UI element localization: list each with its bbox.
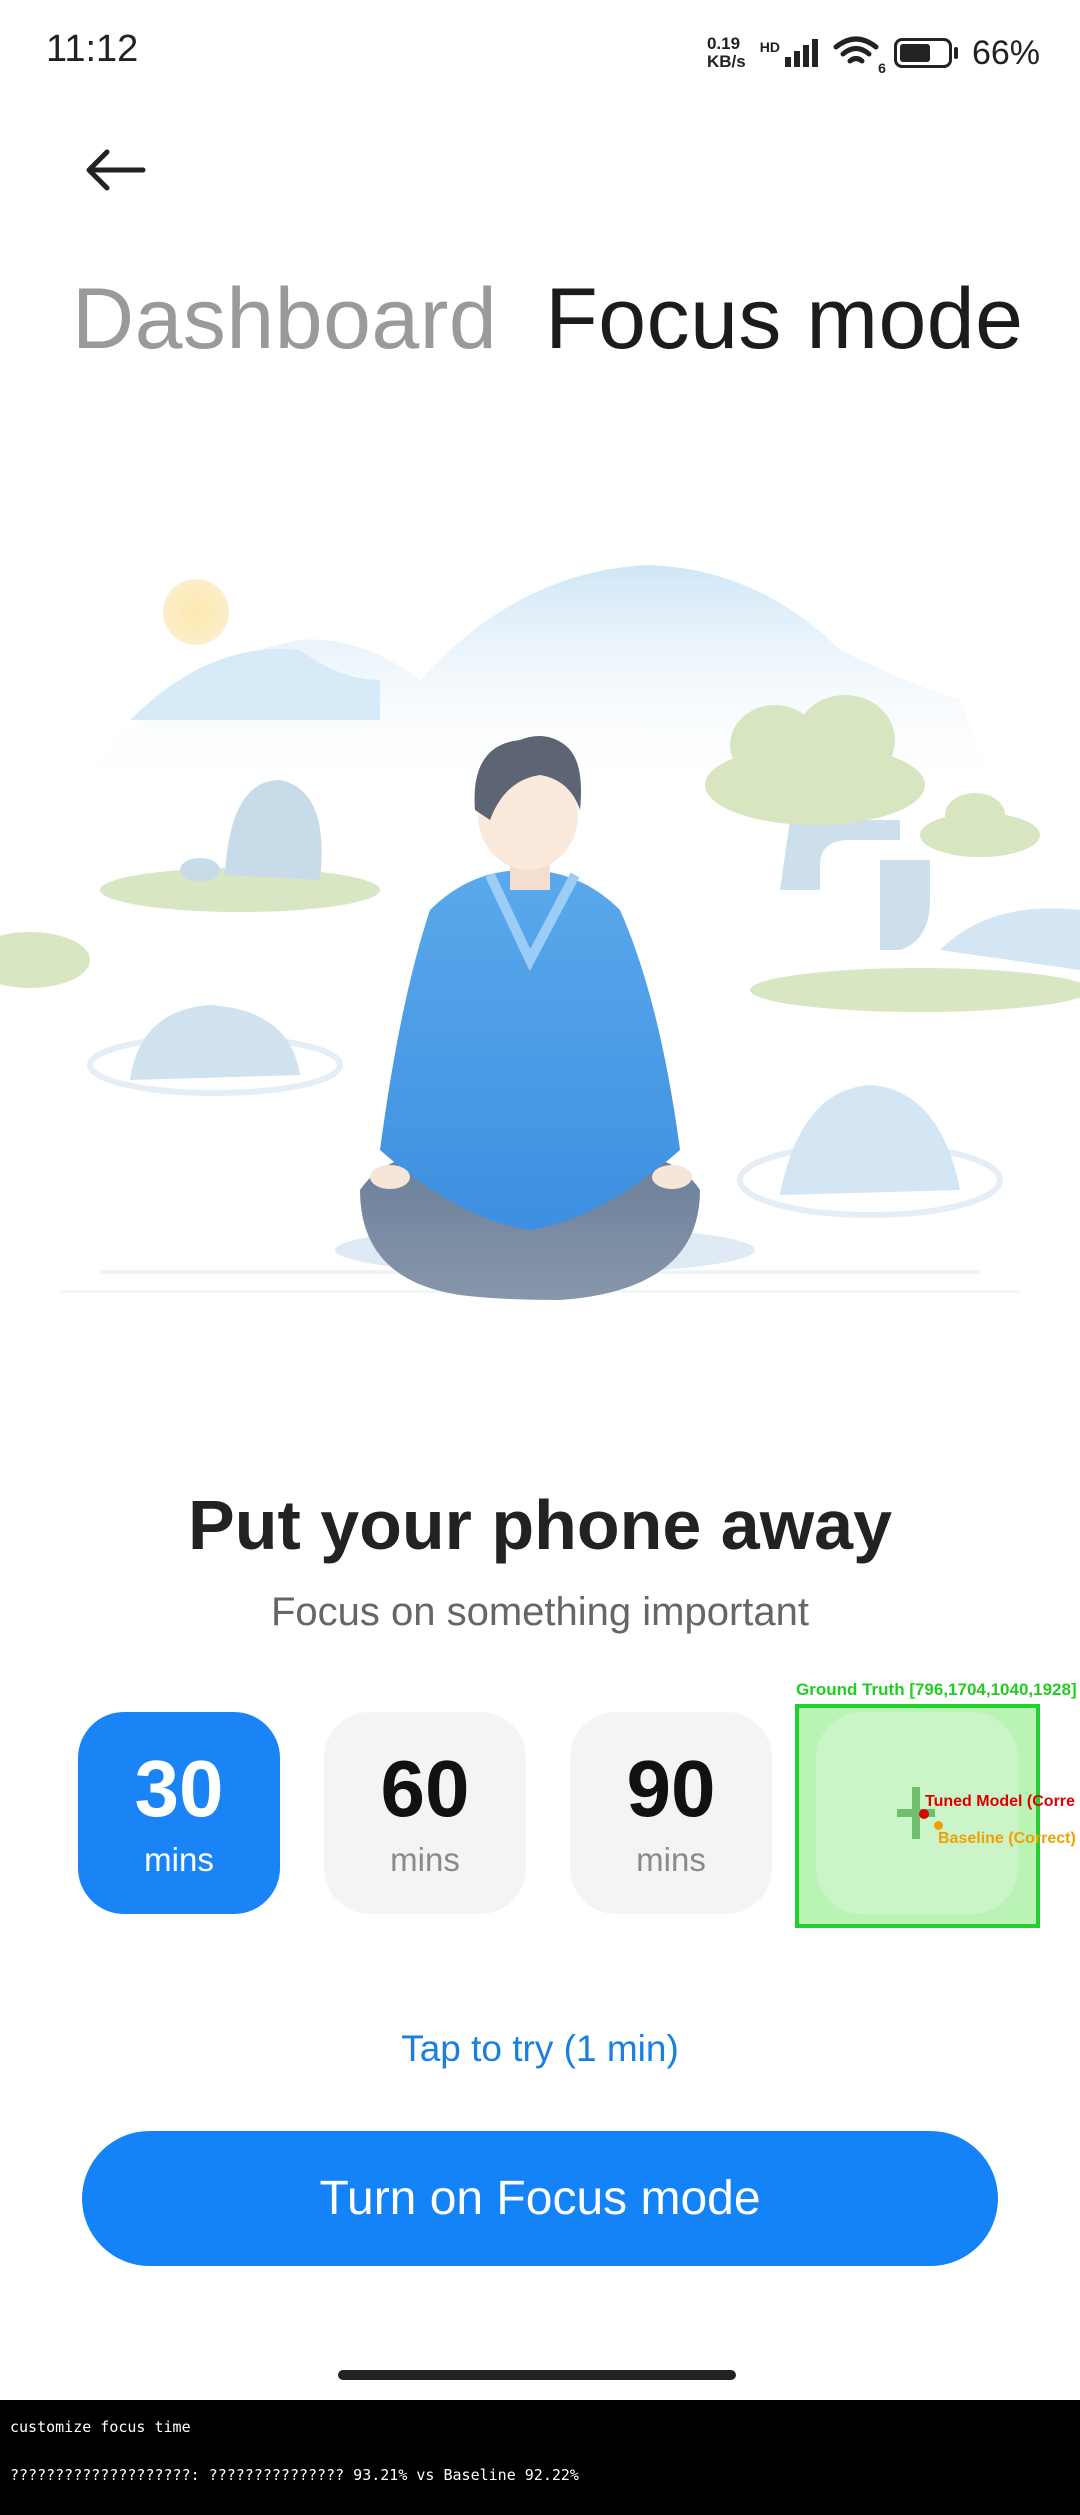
home-indicator — [338, 2370, 736, 2380]
tab-bar: Dashboard Focus mode — [72, 270, 1023, 369]
turn-on-focus-mode-button[interactable]: Turn on Focus mode — [82, 2131, 998, 2266]
network-speed-unit: KB/s — [706, 52, 746, 71]
signal-icon: HD — [760, 39, 818, 67]
annotation-caption: customize focus time ???????????????????… — [0, 2400, 1080, 2515]
time-option-90[interactable]: 90 mins — [570, 1712, 772, 1914]
headline: Put your phone away — [188, 1486, 892, 1564]
battery-icon — [893, 38, 958, 68]
back-arrow-icon — [86, 149, 146, 191]
wifi-6-label: 6 — [878, 59, 886, 76]
time-option-value: 30 — [134, 1744, 224, 1833]
baseline-point-marker — [934, 1821, 943, 1830]
time-option-value: 90 — [626, 1744, 716, 1833]
ground-truth-label: Ground Truth [796,1704,1040,1928] — [796, 1680, 1077, 1699]
time-option-unit: mins — [636, 1841, 706, 1878]
status-bar: 11:12 0.19 KB/s HD 6 66% — [0, 0, 1080, 100]
network-speed: 0.19 KB/s — [707, 35, 746, 71]
status-icons: 0.19 KB/s HD 6 66% — [707, 28, 1040, 78]
subheadline: Focus on something important — [270, 1590, 810, 1634]
time-option-unit: mins — [144, 1841, 214, 1878]
tap-to-try-link[interactable]: Tap to try (1 min) — [0, 2028, 1080, 2070]
network-speed-value: 0.19 — [706, 34, 741, 53]
caption-instruction: customize focus time — [10, 2418, 191, 2436]
battery-percent: 66% — [971, 33, 1040, 72]
status-time: 11:12 — [46, 28, 139, 70]
signal-hd-label: HD — [759, 39, 780, 55]
time-option-30[interactable]: 30 mins — [78, 1712, 280, 1914]
tab-dashboard[interactable]: Dashboard — [72, 270, 497, 369]
baseline-label: Baseline (Correct) — [938, 1830, 1076, 1847]
tuned-model-label: Tuned Model (Corre — [925, 1793, 1075, 1810]
meditation-illustration — [0, 530, 1080, 1350]
time-option-60[interactable]: 60 mins — [324, 1712, 526, 1914]
wifi-icon: 6 — [832, 33, 886, 76]
tab-focus-mode[interactable]: Focus mode — [545, 270, 1023, 369]
custom-time-button[interactable] — [816, 1712, 1018, 1914]
time-option-value: 60 — [380, 1744, 470, 1833]
back-button[interactable] — [60, 130, 170, 210]
time-option-unit: mins — [390, 1841, 460, 1878]
caption-result: ????????????????????: ??????????????? 93… — [10, 2466, 579, 2484]
